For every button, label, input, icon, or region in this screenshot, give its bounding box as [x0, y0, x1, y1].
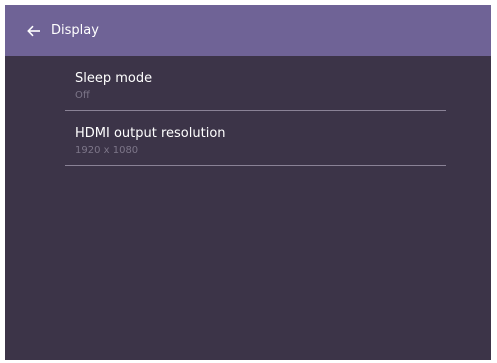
sleep-mode-item[interactable]: Sleep mode Off	[65, 56, 446, 111]
header-bar: Display	[5, 5, 491, 56]
hdmi-output-resolution-value: 1920 x 1080	[75, 145, 139, 156]
settings-list: Sleep mode Off HDMI output resolution 19…	[65, 56, 446, 166]
settings-screen: Display Sleep mode Off HDMI output resol…	[5, 5, 491, 360]
hdmi-output-resolution-item[interactable]: HDMI output resolution 1920 x 1080	[65, 111, 446, 166]
arrow-left-icon	[27, 25, 40, 36]
sleep-mode-label: Sleep mode	[75, 71, 153, 86]
hdmi-output-resolution-label: HDMI output resolution	[75, 126, 226, 141]
back-button[interactable]	[21, 18, 47, 44]
page-title: Display	[51, 23, 99, 38]
sleep-mode-value: Off	[75, 90, 90, 101]
